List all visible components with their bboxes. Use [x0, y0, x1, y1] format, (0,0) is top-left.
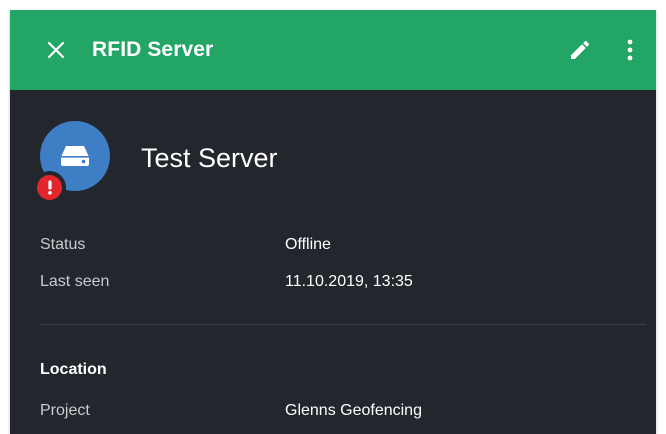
exclamation-icon	[47, 180, 53, 195]
close-button[interactable]	[38, 32, 74, 68]
storage-icon	[60, 145, 90, 167]
more-menu-button[interactable]	[612, 32, 648, 68]
last-seen-value: 11.10.2019, 13:35	[285, 273, 413, 290]
device-name: Test Server	[141, 143, 278, 173]
status-value: Offline	[285, 236, 331, 253]
location-heading: Location	[40, 361, 107, 378]
page-title: RFID Server	[92, 38, 214, 61]
more-vertical-icon	[626, 38, 634, 62]
detail-panel: RFID Server Test Server Status Offline L…	[10, 10, 656, 434]
pencil-icon	[568, 38, 592, 62]
app-bar: RFID Server	[10, 10, 656, 90]
status-label: Status	[40, 236, 86, 253]
edit-button[interactable]	[562, 32, 598, 68]
divider	[40, 324, 646, 325]
project-value: Glenns Geofencing	[285, 402, 422, 419]
offline-alert-badge	[33, 171, 66, 204]
close-icon	[47, 41, 65, 59]
last-seen-label: Last seen	[40, 273, 110, 290]
project-label: Project	[40, 402, 90, 419]
